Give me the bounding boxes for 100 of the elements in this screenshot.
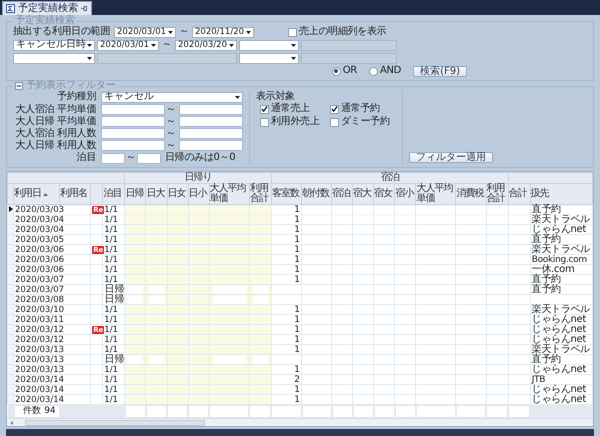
text-field[interactable] (301, 40, 397, 50)
table-cell (167, 365, 188, 375)
column-header[interactable]: 泊目 (102, 184, 125, 204)
column-header[interactable]: 合計 (508, 184, 530, 204)
text-field[interactable] (179, 104, 243, 115)
radio-button[interactable]: OR (332, 66, 357, 76)
text-field[interactable] (179, 116, 243, 127)
table-cell (456, 275, 486, 285)
row-count: 件数 94 (14, 406, 59, 417)
search-button[interactable]: 検索(F9) (413, 66, 467, 76)
column-header[interactable]: 大人平均単価 (416, 184, 456, 204)
table-cell (188, 225, 210, 235)
dropdown[interactable]: 2020/03/01 (114, 26, 176, 38)
table-cell (146, 245, 168, 255)
text-field[interactable] (301, 52, 397, 64)
table-cell (394, 375, 416, 385)
column-header[interactable]: 扱先 (530, 184, 592, 204)
sigma-icon (6, 4, 15, 13)
table-cell: 1 (271, 215, 302, 225)
dropdown[interactable]: 2020/03/20 (175, 40, 237, 50)
dropdown[interactable]: 2020/03/01 (97, 40, 159, 50)
table-cell (352, 245, 374, 255)
column-header[interactable]: 消費税 (456, 184, 486, 204)
table-cell (394, 255, 416, 265)
table-cell (456, 245, 486, 255)
table-cell (302, 215, 332, 225)
dropdown[interactable] (13, 52, 95, 64)
table-cell (167, 275, 188, 285)
table-cell (416, 275, 456, 285)
table-cell: 1/1 (102, 315, 125, 325)
table-cell: 1 (271, 385, 302, 395)
text-field[interactable] (179, 140, 243, 151)
table-cell (167, 305, 188, 315)
column-header[interactable]: 日小 (188, 184, 210, 204)
horizontal-scrollbar[interactable] (7, 418, 593, 426)
text-field[interactable] (179, 128, 243, 139)
apply-filter-button[interactable]: フィルター適用 (409, 152, 493, 163)
text-field[interactable] (101, 128, 165, 139)
table-cell (394, 215, 416, 225)
text-field[interactable] (101, 152, 125, 164)
table-cell (167, 385, 188, 395)
table-cell (416, 295, 456, 305)
dropdown[interactable]: キャンセル日時 (13, 40, 95, 50)
column-header[interactable]: 宿小 (394, 184, 416, 204)
column-header[interactable]: 宿泊 (332, 184, 353, 204)
table-cell: 1 (271, 315, 302, 325)
table-cell (249, 235, 272, 245)
dropdown[interactable] (239, 52, 299, 64)
pin-icon[interactable] (81, 6, 87, 11)
column-header[interactable]: 利用合計 (486, 184, 508, 204)
table-cell (352, 365, 374, 375)
summary-cell (302, 406, 331, 417)
dropdown[interactable]: 2020/11/20 (192, 26, 254, 38)
table-cell: 1/1 (102, 385, 125, 395)
column-header[interactable]: 日帰 (124, 184, 146, 204)
column-header[interactable]: 宿大 (352, 184, 374, 204)
table-cell (456, 325, 486, 335)
table-cell: 1/1 (102, 215, 125, 225)
table-cell (416, 245, 456, 255)
checkbox[interactable]: 通常売上 (260, 104, 330, 114)
checkbox[interactable]: 売上の明細列を表示 (288, 27, 386, 37)
dropdown[interactable]: キャンセル (101, 92, 243, 102)
table-cell (456, 215, 486, 225)
table-cell (167, 245, 188, 255)
summary-cell (126, 406, 145, 417)
dropdown[interactable] (239, 40, 299, 50)
checkbox[interactable]: 利用外売上 (260, 117, 330, 127)
column-header[interactable]: 大人平均単価 (209, 184, 250, 204)
text-field[interactable] (101, 116, 165, 127)
radio-button[interactable]: AND (368, 66, 402, 76)
table-cell (416, 365, 456, 375)
column-header[interactable]: 朝付数 (302, 184, 332, 204)
column-header[interactable]: 利用日 (14, 184, 60, 204)
field-label: 大人日帰 平均単価 (14, 116, 97, 126)
table-cell (332, 375, 353, 385)
table-cell (352, 295, 374, 305)
column-group-header: 日帰り (124, 172, 272, 184)
table-cell: じゃらんnet (530, 315, 592, 325)
text-field[interactable] (101, 104, 165, 115)
checkbox[interactable]: 通常予約 (330, 104, 400, 114)
text-field[interactable] (101, 140, 165, 151)
column-header[interactable]: 客室数 (271, 184, 302, 204)
collapse-icon[interactable] (15, 82, 23, 90)
table-cell (352, 375, 374, 385)
document-tab[interactable]: 予定実績検索 (2, 1, 92, 15)
column-header[interactable]: 日女 (167, 184, 188, 204)
table-cell: 直予約 (530, 204, 592, 215)
checkbox[interactable]: ダミー予約 (330, 117, 400, 127)
table-cell (167, 225, 188, 235)
column-header[interactable]: 利用合計 (249, 184, 272, 204)
column-header[interactable]: 宿女 (374, 184, 395, 204)
column-header[interactable]: 日大 (146, 184, 168, 204)
text-field[interactable] (137, 152, 161, 164)
table-cell (188, 275, 210, 285)
column-header[interactable]: 利用名 (60, 184, 91, 204)
row-header[interactable] (8, 204, 14, 215)
table-cell (209, 335, 250, 345)
table-cell (374, 275, 395, 285)
text-field[interactable] (97, 52, 237, 64)
table-cell (374, 325, 395, 335)
